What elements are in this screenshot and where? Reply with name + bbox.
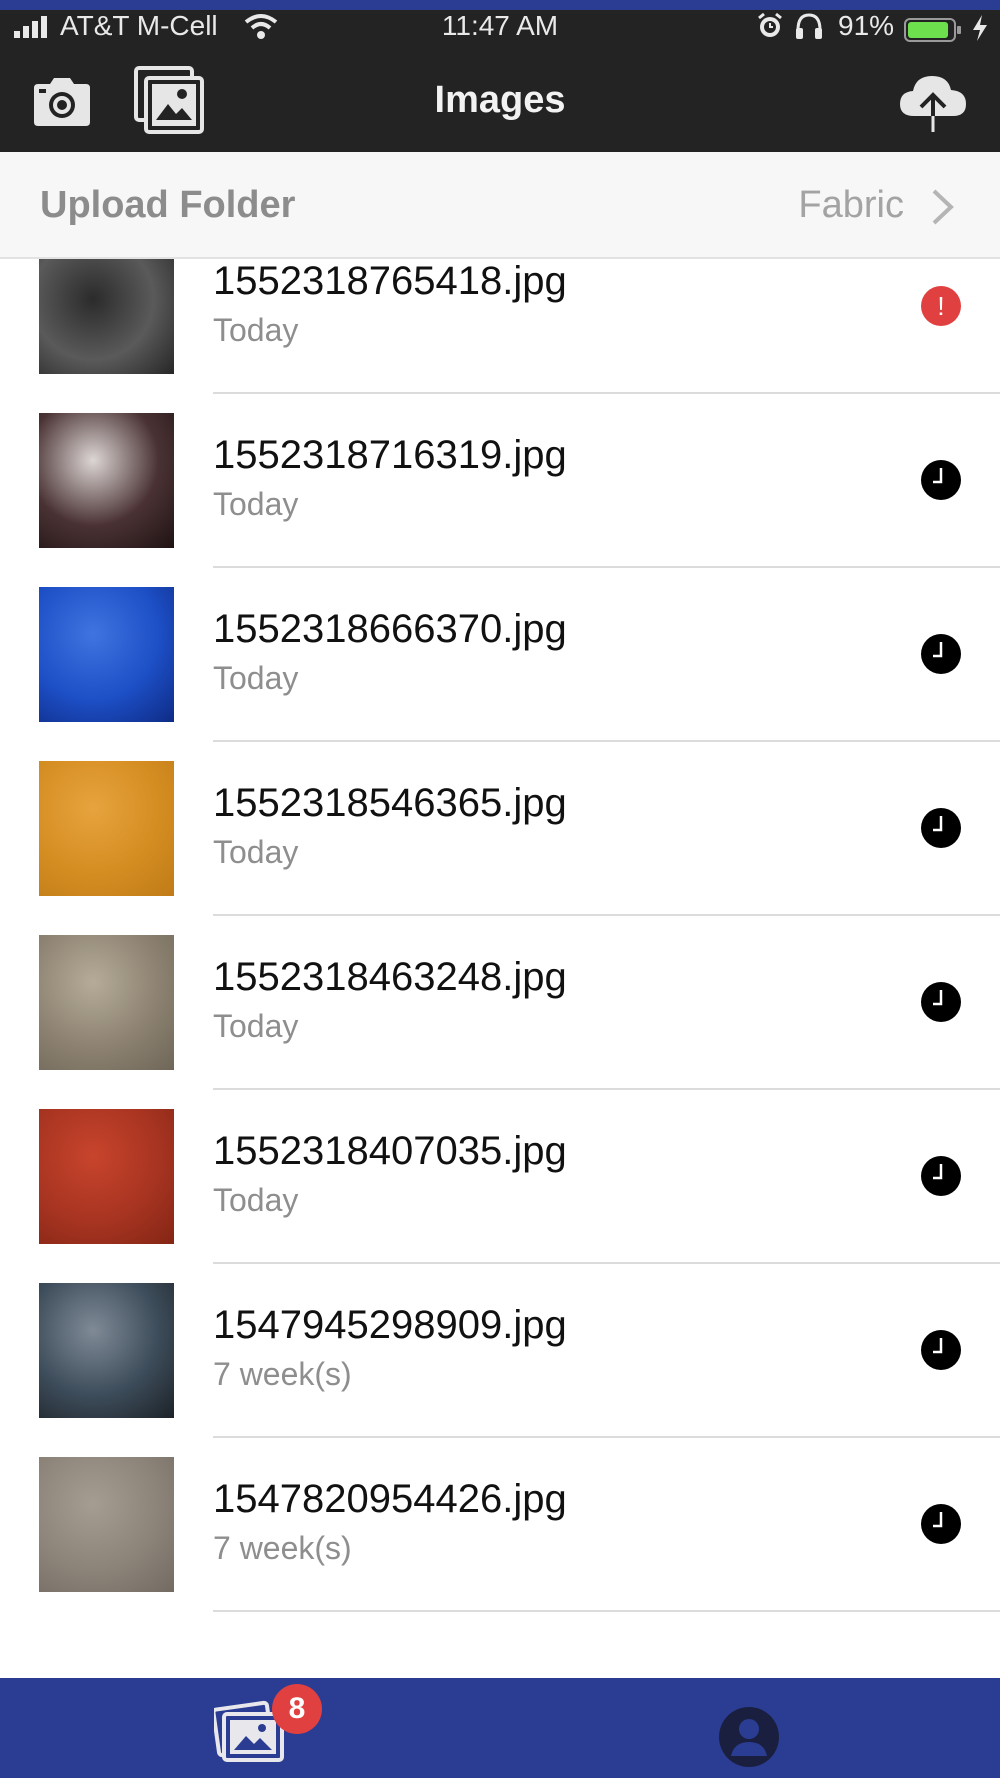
headphones-icon [796,13,822,39]
file-thumbnail[interactable] [39,259,174,374]
profile-icon[interactable] [718,1706,780,1768]
row-divider [213,1610,1000,1612]
clock-pending-icon[interactable] [920,1155,962,1197]
file-date: Today [213,312,299,348]
row-divider [213,1262,1000,1264]
file-row[interactable]: 1552318765418.jpg Today! [0,259,1000,413]
file-list[interactable]: 1552318765418.jpg Today! 1552318716319.jpg… [0,259,1000,1677]
file-name: 1552318765418.jpg [213,259,567,303]
file-date: Today [213,660,299,696]
file-date: 7 week(s) [213,1530,352,1566]
file-thumbnail[interactable] [39,1457,174,1592]
file-row[interactable]: 1552318666370.jpg Today [0,587,1000,761]
file-row[interactable]: 1552318407035.jpg Today [0,1109,1000,1283]
file-date: Today [213,1182,299,1218]
file-thumbnail[interactable] [39,761,174,896]
clock-pending-icon[interactable] [920,1329,962,1371]
battery-icon [904,18,961,42]
file-name: 1552318546365.jpg [213,781,567,825]
status-bar: AT&T M-Cell 11:47 AM 91% [0,10,1000,50]
alarm-icon [758,12,782,37]
clock-pending-icon[interactable] [920,1503,962,1545]
file-thumbnail[interactable] [39,935,174,1070]
file-row[interactable]: 1552318716319.jpg Today [0,413,1000,587]
battery-percent: 91% [838,10,895,41]
file-row[interactable]: 1552318546365.jpg Today [0,761,1000,935]
clock-pending-icon[interactable] [920,981,962,1023]
file-row[interactable]: 1552318463248.jpg Today [0,935,1000,1109]
clock-pending-icon[interactable] [920,459,962,501]
row-divider [213,392,1000,394]
clock-pending-icon[interactable] [920,633,962,675]
clock-pending-icon[interactable] [920,807,962,849]
upload-folder-row[interactable]: Upload Folder Fabric [0,152,1000,259]
file-thumbnail[interactable] [39,413,174,548]
file-row[interactable]: 1547945298909.jpg 7 week(s) [0,1283,1000,1457]
file-name: 1552318463248.jpg [213,955,567,999]
top-accent-strip [0,0,1000,10]
cloud-upload-icon[interactable] [898,72,968,134]
upload-folder-label: Upload Folder [40,184,296,226]
file-date: Today [213,834,299,870]
file-name: 1547820954426.jpg [213,1477,567,1521]
page-title: Images [434,79,566,121]
file-thumbnail[interactable] [39,587,174,722]
nav-bar: Images [0,50,1000,152]
file-date: 7 week(s) [213,1356,352,1392]
row-divider [213,914,1000,916]
tab-bar: 8 [0,1678,1000,1778]
file-date: Today [213,486,299,522]
file-thumbnail[interactable] [39,1109,174,1244]
upload-folder-value: Fabric [798,184,904,226]
file-name: 1547945298909.jpg [213,1303,567,1347]
row-divider [213,740,1000,742]
error-icon[interactable]: ! [920,285,962,327]
row-divider [213,1088,1000,1090]
file-thumbnail[interactable] [39,1283,174,1418]
file-row[interactable]: 1547820954426.jpg 7 week(s) [0,1457,1000,1631]
row-divider [213,566,1000,568]
file-name: 1552318666370.jpg [213,607,567,651]
file-name: 1552318716319.jpg [213,433,567,477]
charging-bolt-icon [973,15,987,41]
chevron-right-icon [932,189,954,225]
notification-badge: 8 [272,1684,322,1734]
error-glyph: ! [937,291,944,321]
row-divider [213,1436,1000,1438]
file-name: 1552318407035.jpg [213,1129,567,1173]
file-date: Today [213,1008,299,1044]
